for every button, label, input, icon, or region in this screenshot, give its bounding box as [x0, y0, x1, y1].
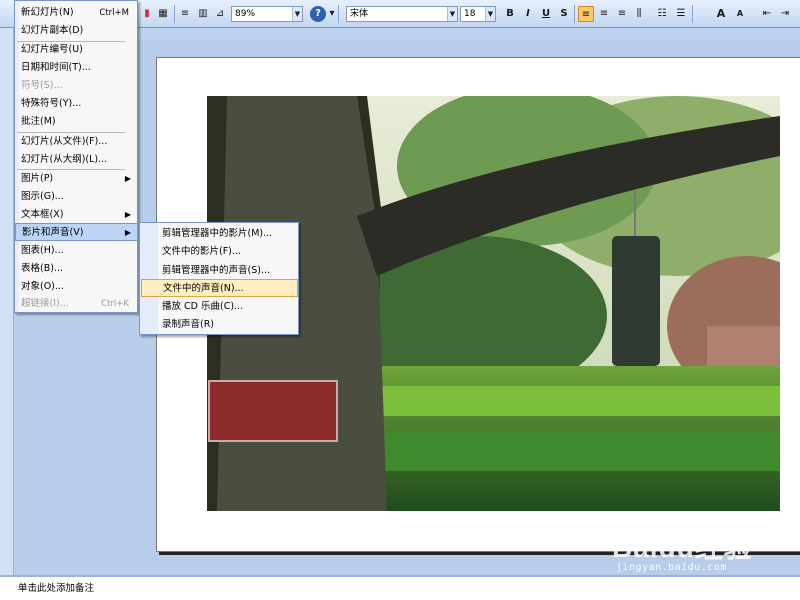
menu-item-table[interactable]: 表格(B)... [15, 260, 137, 278]
menu-item-symbol[interactable]: 符号(S)... [15, 77, 137, 95]
menu-item-label: 幻灯片副本(D) [21, 25, 84, 36]
menu-item-new-slide[interactable]: 新幻灯片(N) Ctrl+M [15, 4, 137, 22]
menu-item-label: 幻灯片编号(U) [21, 44, 83, 55]
underline-button[interactable]: U [539, 6, 553, 22]
submenu-arrow-icon: ▶ [124, 210, 131, 219]
menu-item-special-symbol[interactable]: 特殊符号(Y)... [15, 95, 137, 113]
baidu-watermark: Baidu经验 jingyan.baidu.com [612, 518, 772, 582]
chart-icon[interactable]: ▮ [140, 6, 154, 22]
menu-item-label: 图示(G)... [21, 191, 64, 202]
menu-item-label: 文件中的影片(F)... [162, 246, 241, 257]
bullets-icon[interactable]: ☰ [674, 6, 688, 22]
menu-item-movie-from-clip-organizer[interactable]: 剪辑管理器中的影片(M)... [140, 225, 298, 243]
submenu-arrow-icon: ▶ [124, 174, 131, 183]
menu-item-label: 超链接(I)... [21, 298, 69, 309]
align-left-icon[interactable]: ≡ [578, 6, 594, 22]
zoom-select[interactable]: 89% ▼ [231, 6, 303, 22]
chevron-down-icon[interactable]: ▼ [485, 7, 495, 21]
menu-item-text-box[interactable]: 文本框(X) ▶ [15, 206, 137, 224]
menu-item-label: 图片(P) [21, 173, 54, 184]
menu-item-label: 图表(H)... [21, 245, 64, 256]
decrease-indent-icon[interactable]: ⇤ [760, 6, 774, 22]
italic-button[interactable]: I [521, 6, 535, 22]
menu-item-date-time[interactable]: 日期和时间(T)... [15, 59, 137, 77]
menu-item-shortcut: Ctrl+M [99, 8, 129, 18]
font-name-value: 宋体 [350, 9, 369, 19]
menu-item-sound-from-file[interactable]: 文件中的声音(N)... [141, 279, 298, 297]
menu-item-label: 剪辑管理器中的影片(M)... [162, 228, 273, 239]
menu-item-sound-from-clip-organizer[interactable]: 剪辑管理器中的声音(S)... [140, 262, 298, 280]
shadow-button[interactable]: S [557, 6, 571, 22]
font-name-select[interactable]: 宋体 ▼ [346, 6, 458, 22]
menu-item-movies-and-sounds[interactable]: 影片和声音(V) ▶ [15, 223, 138, 241]
menu-item-label: 特殊符号(Y)... [21, 98, 82, 109]
menu-item-label: 影片和声音(V) [22, 227, 84, 238]
menu-item-label: 批注(M) [21, 116, 56, 127]
menu-item-play-cd-audio[interactable]: 播放 CD 乐曲(C)... [140, 298, 298, 316]
menu-item-picture[interactable]: 图片(P) ▶ [15, 170, 137, 188]
bold-button[interactable]: B [503, 6, 517, 22]
menu-item-label: 幻灯片(从大纲)(L)... [21, 154, 108, 165]
menu-item-object[interactable]: 对象(O)... [15, 278, 137, 296]
help-icon[interactable]: ? [310, 6, 326, 22]
font-size-value: 18 [464, 9, 476, 19]
menu-item-shortcut: Ctrl+K [101, 299, 129, 309]
insert-menu: 新幻灯片(N) Ctrl+M 幻灯片副本(D) 幻灯片编号(U) 日期和时间(T… [14, 0, 138, 313]
align-center-icon[interactable]: ≡ [597, 6, 611, 22]
menu-item-label: 播放 CD 乐曲(C)... [162, 301, 244, 312]
font-size-select[interactable]: 18 ▼ [460, 6, 496, 22]
notes-pane[interactable]: 单击此处添加备注 [0, 575, 800, 600]
toolbar-separator [174, 5, 175, 23]
toolbar-separator [338, 5, 339, 23]
menu-item-label: 新幻灯片(N) [21, 7, 74, 18]
notes-placeholder: 单击此处添加备注 [18, 583, 95, 594]
menu-item-label: 幻灯片(从文件)(F)... [21, 136, 108, 147]
menu-item-label: 录制声音(R) [162, 319, 215, 330]
table-icon[interactable]: ▦ [156, 6, 170, 22]
submenu-arrow-icon: ▶ [124, 228, 131, 237]
watermark-url: jingyan.baidu.com [616, 562, 727, 573]
menu-item-label: 日期和时间(T)... [21, 62, 91, 73]
left-panel-edge[interactable] [0, 28, 14, 576]
columns-icon[interactable]: ≡ [178, 6, 192, 22]
menu-item-label: 表格(B)... [21, 263, 63, 274]
drawing-icon[interactable]: ⊿ [213, 6, 227, 22]
numbering-icon[interactable]: ☷ [655, 6, 669, 22]
toolbar-separator [692, 5, 693, 23]
menu-item-comment[interactable]: 批注(M) [15, 113, 137, 131]
menu-item-slide-number[interactable]: 幻灯片编号(U) [15, 41, 137, 59]
menu-item-slides-from-file[interactable]: 幻灯片(从文件)(F)... [15, 133, 137, 151]
menu-item-label: 文本框(X) [21, 209, 64, 220]
movies-and-sounds-submenu: 剪辑管理器中的影片(M)... 文件中的影片(F)... 剪辑管理器中的声音(S… [139, 222, 299, 335]
menu-item-slides-from-outline[interactable]: 幻灯片(从大纲)(L)... [15, 151, 137, 169]
toolbar-separator [574, 5, 575, 23]
increase-font-button[interactable]: A [714, 6, 728, 22]
watermark-logo: Baidu经验 [612, 532, 753, 563]
menu-item-diagram[interactable]: 图示(G)... [15, 188, 137, 206]
menu-item-label: 符号(S)... [21, 80, 63, 91]
chevron-down-icon[interactable]: ▼ [292, 7, 302, 21]
menu-item-record-sound[interactable]: 录制声音(R) [140, 316, 298, 334]
zoom-value: 89% [235, 9, 256, 19]
menu-item-duplicate-slide[interactable]: 幻灯片副本(D) [15, 22, 137, 40]
align-right-icon[interactable]: ≡ [615, 6, 629, 22]
menu-item-label: 文件中的声音(N)... [163, 283, 244, 294]
chevron-down-icon[interactable]: ▼ [447, 7, 457, 21]
decrease-font-button[interactable]: A [734, 6, 746, 22]
toolbar-options-icon[interactable]: ▾ [328, 6, 336, 22]
menu-item-label: 剪辑管理器中的声音(S)... [162, 265, 271, 276]
grid-icon[interactable]: ▥ [196, 6, 210, 22]
menu-item-hyperlink[interactable]: 超链接(I)... Ctrl+K [15, 295, 137, 313]
menu-item-chart[interactable]: 图表(H)... [15, 242, 137, 260]
distributed-icon[interactable]: ⫼ [632, 6, 646, 22]
increase-indent-icon[interactable]: ⇥ [778, 6, 792, 22]
menu-item-movie-from-file[interactable]: 文件中的影片(F)... [140, 243, 298, 261]
menu-item-label: 对象(O)... [21, 281, 64, 292]
